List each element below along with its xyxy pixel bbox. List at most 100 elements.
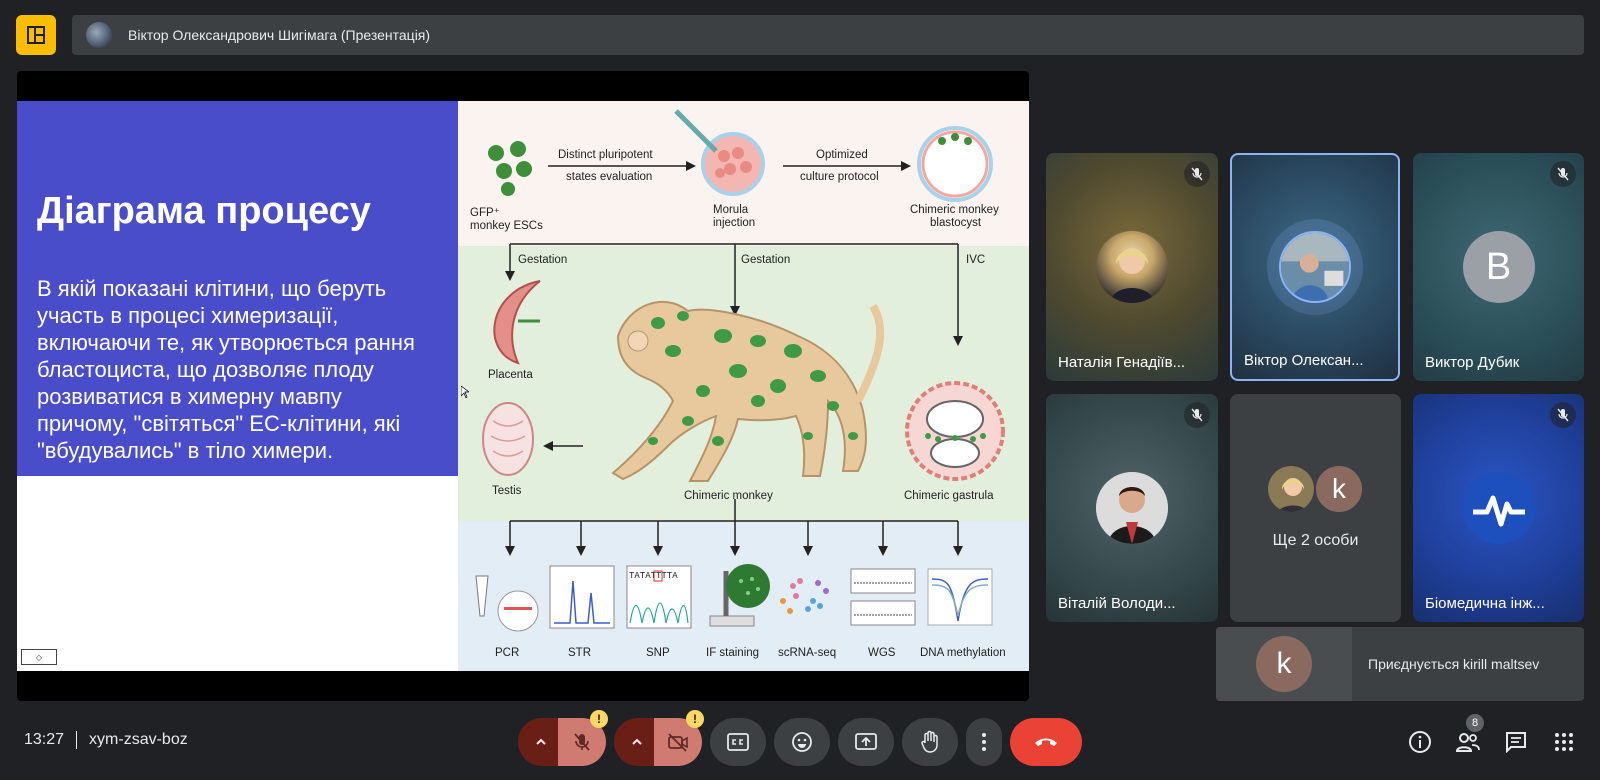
meet-logo-icon[interactable] bbox=[16, 15, 56, 55]
presentation-stage[interactable]: Діаграма процесу В якій показані клітини… bbox=[17, 71, 1029, 701]
more-vert-icon bbox=[982, 733, 986, 751]
participant-name: Наталія Генадіїв... bbox=[1058, 354, 1186, 371]
presentation-title-bar[interactable]: Віктор Олександрович Шигімага (Презентац… bbox=[72, 15, 1584, 55]
presenter-avatar bbox=[86, 22, 112, 48]
diagram-label-optimized-1: Optimized bbox=[816, 149, 868, 161]
mic-off-icon bbox=[1550, 161, 1576, 187]
diagram-label-gestation-mid: Gestation bbox=[741, 254, 790, 266]
participant-avatar: В bbox=[1462, 231, 1535, 303]
joining-avatar: k bbox=[1256, 636, 1312, 692]
mic-warning-badge: ! bbox=[590, 710, 608, 728]
participant-avatar bbox=[1462, 472, 1535, 544]
diagram-label-testis: Testis bbox=[492, 485, 522, 497]
others-count-label: Ще 2 особи bbox=[1272, 532, 1359, 549]
methylation-illustration bbox=[927, 568, 993, 626]
diagram-label-ivc: IVC bbox=[966, 254, 985, 266]
participant-tile-active[interactable]: Віктор Олексан... bbox=[1230, 153, 1400, 381]
participant-name: Біомедична інж... bbox=[1425, 595, 1545, 612]
mic-toggle-button[interactable]: ! bbox=[558, 710, 608, 766]
slide-text-panel: Діаграма процесу В якій показані клітини… bbox=[17, 101, 458, 476]
diagram-label-chimeric-monkey: Chimeric monkey bbox=[684, 490, 773, 502]
clock-time: 13:27 bbox=[24, 731, 65, 748]
diagram-label-morula-1: Morula bbox=[713, 204, 749, 216]
people-count-badge: 8 bbox=[1466, 714, 1484, 732]
mouse-cursor-icon bbox=[461, 386, 469, 398]
raise-hand-button[interactable] bbox=[902, 718, 958, 766]
hang-up-icon bbox=[1035, 738, 1057, 746]
assay-label-snp: SNP bbox=[646, 647, 670, 659]
assay-label-if-staining: IF staining bbox=[706, 647, 759, 659]
hand-icon bbox=[921, 730, 938, 753]
camera-warning-badge: ! bbox=[686, 710, 704, 728]
chevron-up-icon bbox=[536, 738, 546, 745]
mic-off-icon bbox=[1184, 402, 1210, 428]
chevron-up-icon bbox=[632, 738, 642, 745]
meeting-code: xym-zsav-boz bbox=[89, 731, 188, 748]
emoji-icon bbox=[792, 732, 812, 752]
str-illustration bbox=[549, 565, 615, 629]
diagram-label-blastocyst-2: blastocyst bbox=[930, 217, 982, 229]
avatar-initial: k bbox=[1332, 473, 1346, 504]
joining-text: Приєднується kirill maltsev bbox=[1368, 656, 1540, 672]
participant-name: Віталій Володи... bbox=[1058, 595, 1176, 612]
present-button[interactable] bbox=[838, 718, 894, 766]
leave-call-button[interactable] bbox=[1010, 718, 1082, 766]
presentation-title: Віктор Олександрович Шигімага (Презентац… bbox=[128, 27, 431, 43]
avatar-initial: В bbox=[1485, 245, 1512, 288]
camera-toggle-button[interactable]: ! bbox=[654, 710, 704, 766]
activities-button[interactable] bbox=[1548, 726, 1580, 758]
assay-label-wgs: WGS bbox=[868, 647, 896, 659]
mic-off-icon bbox=[574, 733, 590, 751]
participant-avatar bbox=[1279, 231, 1351, 303]
diagram-label-chimeric-gastrula: Chimeric gastrula bbox=[904, 490, 994, 502]
slide-title: Діаграма процесу bbox=[37, 190, 371, 232]
divider bbox=[76, 731, 78, 749]
others-avatar-photo bbox=[1266, 464, 1316, 514]
closed-captions-icon bbox=[727, 733, 749, 751]
joining-avatar-area: k bbox=[1216, 627, 1352, 701]
joining-notification: k Приєднується kirill maltsev bbox=[1216, 627, 1584, 701]
participant-tile[interactable]: Біомедична інж... bbox=[1413, 394, 1584, 622]
participant-avatar bbox=[1096, 472, 1168, 544]
slide-logo: ◇ bbox=[21, 649, 57, 665]
diagram-label-placenta: Placenta bbox=[488, 369, 533, 381]
assay-label-dna-methylation: DNA methylation bbox=[920, 647, 1006, 659]
assay-label-pcr: PCR bbox=[495, 647, 519, 659]
camera-off-icon bbox=[668, 733, 688, 752]
present-screen-icon bbox=[855, 733, 877, 750]
participant-tile[interactable]: Віталій Володи... bbox=[1046, 394, 1218, 622]
slide: Діаграма процесу В якій показані клітини… bbox=[17, 101, 1029, 671]
chat-icon bbox=[1506, 732, 1526, 753]
diagram-label-blastocyst-1: Chimeric monkey bbox=[910, 204, 999, 216]
chat-button[interactable] bbox=[1500, 726, 1532, 758]
meeting-info: 13:27 xym-zsav-boz bbox=[24, 731, 188, 749]
diagram-label-optimized-2: culture protocol bbox=[800, 171, 879, 183]
diagram-label-monkey-escs: monkey ESCs bbox=[470, 220, 543, 232]
participant-name: Виктор Дубик bbox=[1425, 354, 1520, 371]
mic-off-icon bbox=[1184, 161, 1210, 187]
participant-tile[interactable]: В Виктор Дубик bbox=[1413, 153, 1584, 381]
diagram-label-gfp: GFP⁺ bbox=[470, 207, 500, 219]
reactions-button[interactable] bbox=[774, 718, 830, 766]
assay-label-str: STR bbox=[568, 647, 591, 659]
joining-avatar-initial: k bbox=[1276, 647, 1292, 680]
process-diagram: GFP⁺ monkey ESCs Distinct pluripotent st… bbox=[458, 101, 1029, 671]
participant-tile[interactable]: Наталія Генадіїв... bbox=[1046, 153, 1218, 381]
info-icon bbox=[1409, 731, 1431, 753]
mic-off-icon bbox=[1550, 402, 1576, 428]
others-tile[interactable]: k Ще 2 особи bbox=[1230, 394, 1401, 622]
others-avatar-initial: k bbox=[1314, 464, 1364, 514]
diagram-label-distinct-1: Distinct pluripotent bbox=[558, 149, 653, 161]
diagram-label-distinct-2: states evaluation bbox=[566, 171, 652, 183]
captions-button[interactable] bbox=[710, 718, 766, 766]
participant-avatar bbox=[1096, 231, 1168, 303]
assay-label-scrna-seq: scRNA-seq bbox=[778, 647, 836, 659]
people-button[interactable]: 8 bbox=[1452, 714, 1484, 758]
people-icon bbox=[1455, 733, 1480, 752]
participant-name: Віктор Олексан... bbox=[1244, 352, 1364, 369]
diagram-label-gestation-left: Gestation bbox=[518, 254, 567, 266]
meeting-details-button[interactable] bbox=[1404, 726, 1436, 758]
snp-illustration: TATATTTTA bbox=[626, 565, 692, 629]
more-options-button[interactable] bbox=[966, 718, 1002, 766]
slide-body: В якій показані клітини, що беруть участ… bbox=[37, 275, 415, 463]
